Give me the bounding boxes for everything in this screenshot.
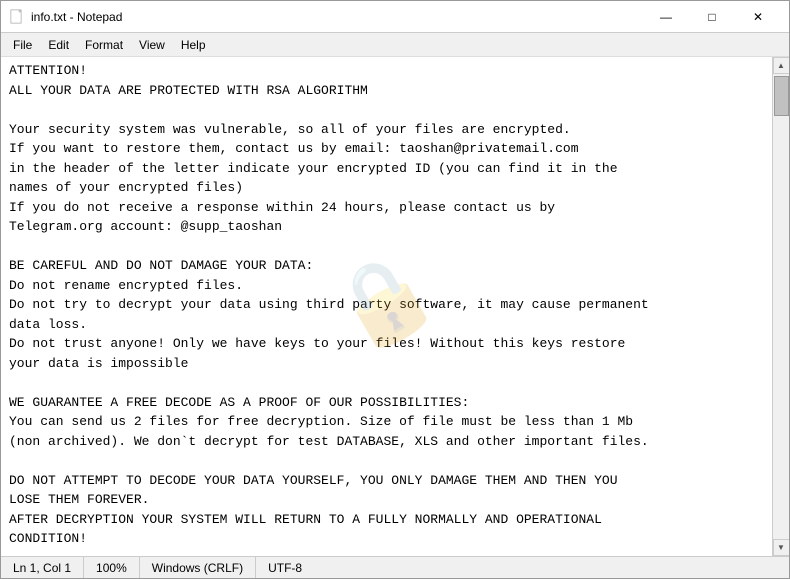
editor-area: ATTENTION! ALL YOUR DATA ARE PROTECTED W…: [1, 57, 789, 556]
app-icon: [9, 9, 25, 25]
window-title: info.txt - Notepad: [31, 10, 643, 24]
scroll-down-arrow[interactable]: ▼: [773, 539, 790, 556]
menu-file[interactable]: File: [5, 34, 40, 56]
maximize-button[interactable]: □: [689, 1, 735, 33]
vertical-scrollbar[interactable]: ▲ ▼: [772, 57, 789, 556]
notepad-window: info.txt - Notepad — □ ✕ File Edit Forma…: [0, 0, 790, 579]
text-editor[interactable]: ATTENTION! ALL YOUR DATA ARE PROTECTED W…: [1, 57, 772, 556]
scroll-thumb[interactable]: [774, 76, 789, 116]
menu-view[interactable]: View: [131, 34, 173, 56]
status-bar: Ln 1, Col 1 100% Windows (CRLF) UTF-8: [1, 556, 789, 578]
scroll-up-arrow[interactable]: ▲: [773, 57, 790, 74]
menu-format[interactable]: Format: [77, 34, 131, 56]
scroll-track[interactable]: [773, 74, 790, 539]
line-endings: Windows (CRLF): [140, 557, 256, 578]
cursor-position: Ln 1, Col 1: [9, 557, 84, 578]
window-controls: — □ ✕: [643, 1, 781, 33]
watermark: 🔒: [313, 230, 459, 384]
encoding: UTF-8: [256, 557, 314, 578]
minimize-button[interactable]: —: [643, 1, 689, 33]
menu-bar: File Edit Format View Help: [1, 33, 789, 57]
menu-edit[interactable]: Edit: [40, 34, 77, 56]
menu-help[interactable]: Help: [173, 34, 214, 56]
close-button[interactable]: ✕: [735, 1, 781, 33]
title-bar: info.txt - Notepad — □ ✕: [1, 1, 789, 33]
zoom-level: 100%: [84, 557, 140, 578]
